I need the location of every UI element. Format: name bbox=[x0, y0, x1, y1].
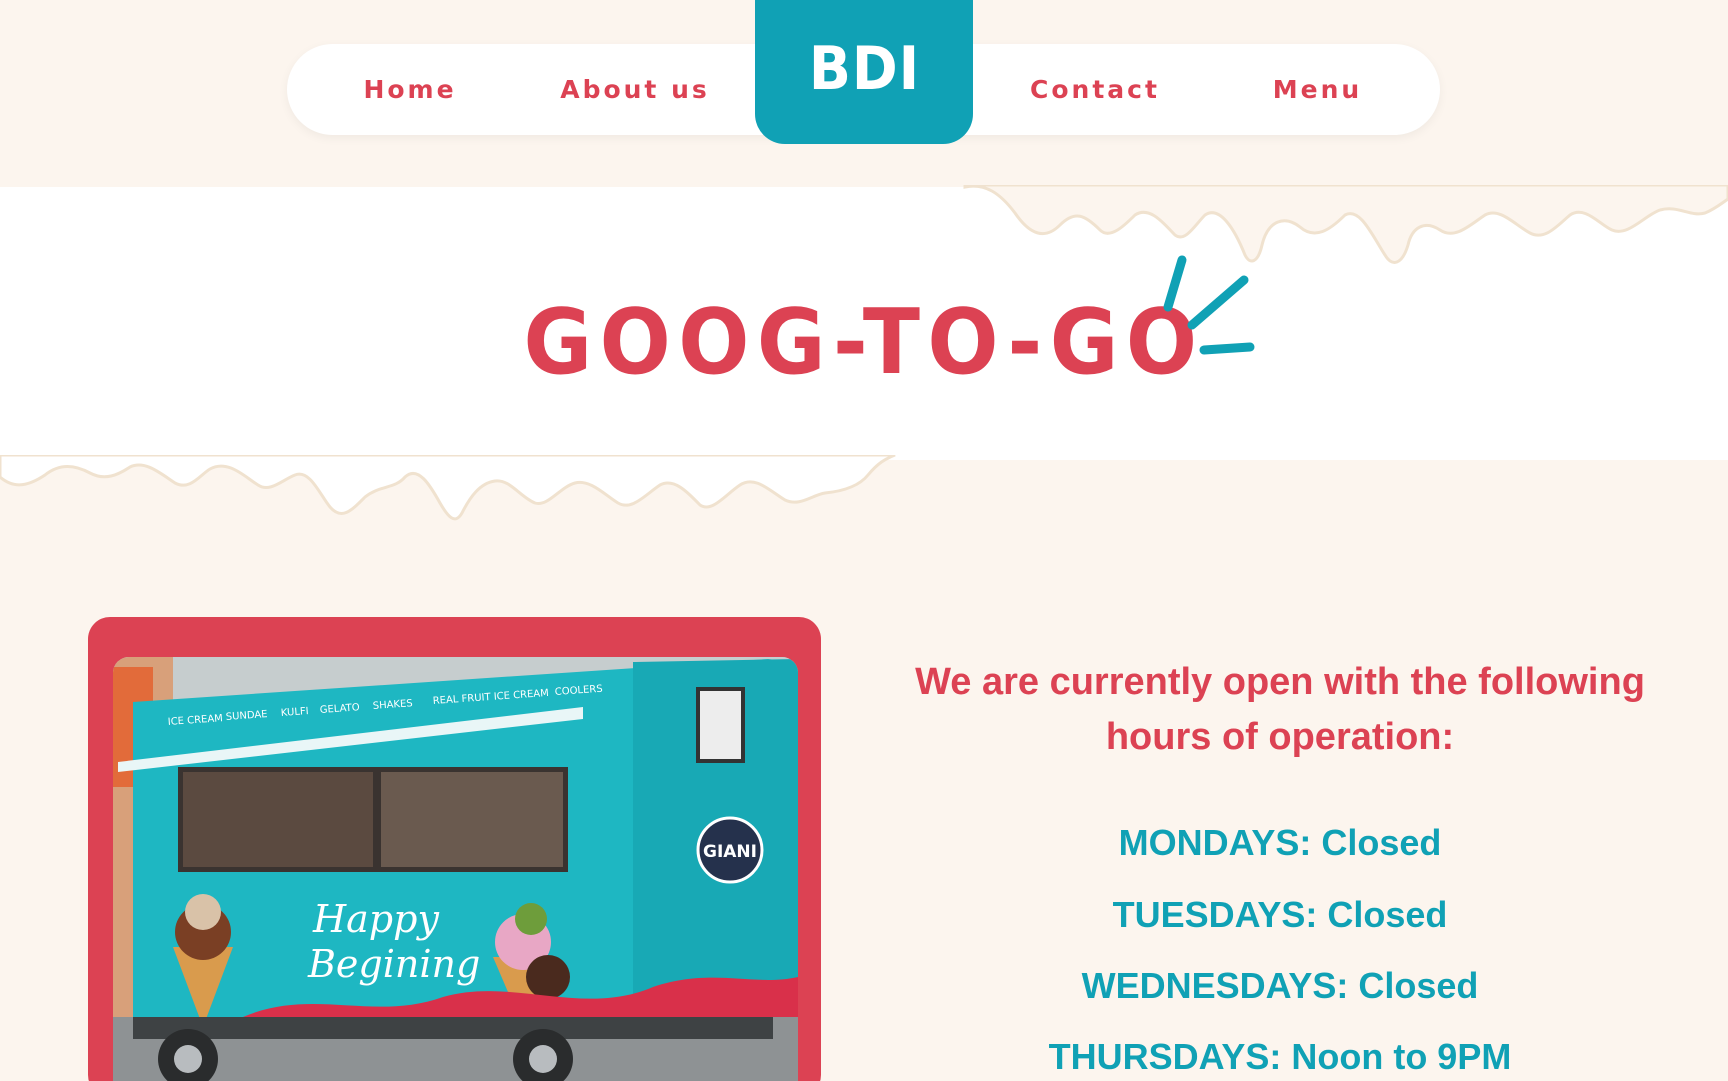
bottom-drip-decoration bbox=[0, 455, 896, 521]
hours-monday: MONDAYS: Closed bbox=[1118, 822, 1442, 863]
truck-brand-text: GIANI bbox=[703, 842, 757, 862]
hero-title: GOOG-TO-GO bbox=[523, 290, 1205, 395]
logo-text: BDI bbox=[808, 34, 920, 104]
top-drip-decoration bbox=[963, 185, 1728, 264]
page: Home About us BDI Contact Menu GOOG-TO-G… bbox=[0, 0, 1728, 1081]
nav-link-about-us[interactable]: About us bbox=[545, 44, 725, 135]
sparkle-icon bbox=[1163, 255, 1255, 355]
hours-thursday: THURSDAYS: Noon to 9PM bbox=[1048, 1036, 1512, 1077]
truck-slogan-line1: Happy bbox=[312, 897, 439, 941]
hours-wednesday: WEDNESDAYS: Closed bbox=[1081, 965, 1479, 1006]
logo[interactable]: BDI bbox=[755, 0, 973, 144]
nav-link-home[interactable]: Home bbox=[340, 44, 480, 135]
truck-slogan-line2: Begining bbox=[307, 942, 480, 986]
nav-link-contact[interactable]: Contact bbox=[1015, 44, 1175, 135]
nav-link-menu[interactable]: Menu bbox=[1250, 44, 1385, 135]
truck-label-kulfi: KULFI bbox=[280, 706, 309, 719]
hours-tuesday: TUESDAYS: Closed bbox=[1112, 894, 1448, 935]
hours-intro: We are currently open with the following… bbox=[915, 661, 1645, 758]
food-truck-photo: GIANI ICE CREAM SUNDAE KULFI GELATO SHAK… bbox=[113, 657, 798, 1081]
food-truck-illustration: GIANI ICE CREAM SUNDAE KULFI GELATO SHAK… bbox=[113, 657, 798, 1081]
